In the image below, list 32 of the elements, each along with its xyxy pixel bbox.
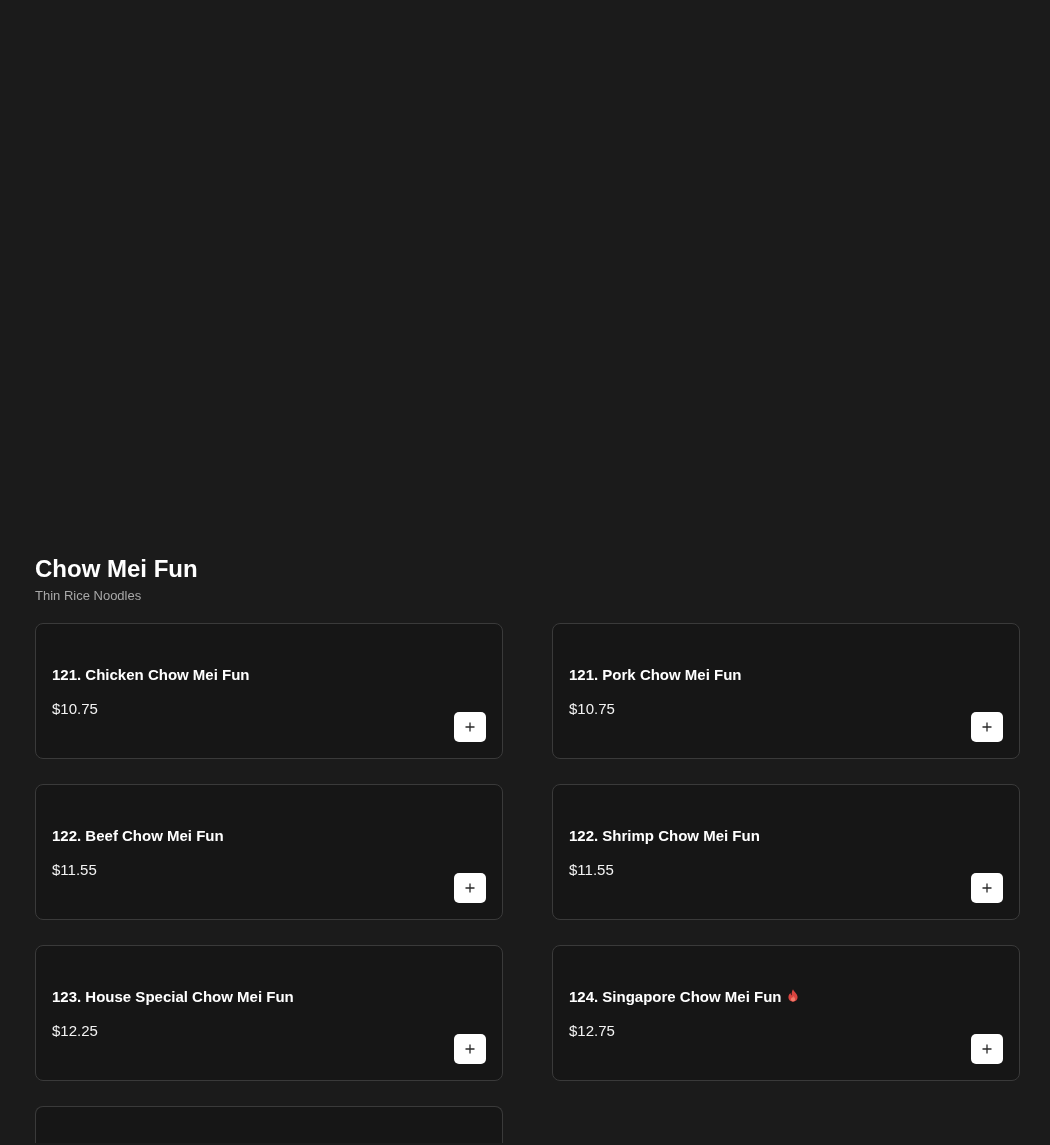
add-button[interactable]: [971, 1034, 1003, 1064]
dish-name: 121. Chicken Chow Mei Fun: [52, 665, 250, 685]
section-subtitle: Thin Rice Noodles: [35, 588, 142, 604]
menu-item-card[interactable]: 124. Singapore Chow Mei Fun $12.75: [552, 945, 1020, 1081]
plus-icon: [465, 722, 475, 732]
dish-price: $11.55: [52, 860, 97, 880]
add-button[interactable]: [454, 873, 486, 903]
dish-price: $11.55: [569, 860, 614, 880]
add-button[interactable]: [454, 1034, 486, 1064]
dish-price: $10.75: [569, 699, 615, 719]
dish-name: 123. House Special Chow Mei Fun: [52, 987, 294, 1007]
dish-name: 124. Singapore Chow Mei Fun: [569, 987, 782, 1007]
menu-item-card[interactable]: 121. Pork Chow Mei Fun $10.75: [552, 623, 1020, 759]
plus-icon: [465, 883, 475, 893]
dish-name: 122. Shrimp Chow Mei Fun: [569, 826, 760, 846]
dish-name: 121. Pork Chow Mei Fun: [569, 665, 742, 685]
add-button[interactable]: [971, 873, 1003, 903]
dish-price: $12.75: [569, 1021, 615, 1041]
plus-icon: [465, 1044, 475, 1054]
dish-price: $12.25: [52, 1021, 98, 1041]
section-title: Chow Mei Fun: [35, 554, 198, 584]
plus-icon: [982, 883, 992, 893]
plus-icon: [982, 1044, 992, 1054]
add-button[interactable]: [454, 712, 486, 742]
dish-name: 122. Beef Chow Mei Fun: [52, 826, 224, 846]
plus-icon: [982, 722, 992, 732]
menu-item-card[interactable]: 122. Shrimp Chow Mei Fun $11.55: [552, 784, 1020, 920]
add-button[interactable]: [971, 712, 1003, 742]
menu-item-card[interactable]: 123. House Special Chow Mei Fun $12.25: [35, 945, 503, 1081]
menu-item-card[interactable]: 121. Chicken Chow Mei Fun $10.75: [35, 623, 503, 759]
dish-price: $10.75: [52, 699, 98, 719]
menu-item-card[interactable]: 122. Beef Chow Mei Fun $11.55: [35, 784, 503, 920]
